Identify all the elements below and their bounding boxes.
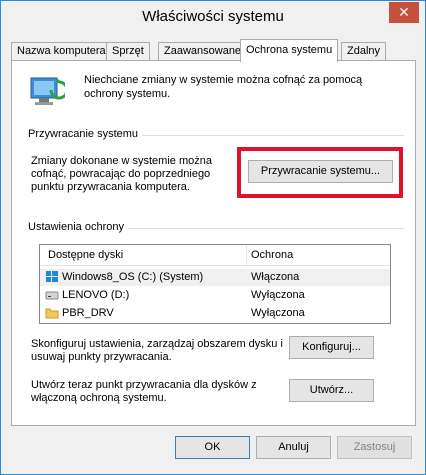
drive-row[interactable]: LENOVO (D:) Wyłączona xyxy=(40,287,390,304)
configure-button[interactable]: Konfiguruj... xyxy=(289,336,374,359)
drive-icon xyxy=(45,288,59,302)
window-title: Właściwości systemu xyxy=(142,8,284,25)
create-button[interactable]: Utwórz... xyxy=(289,379,374,402)
apply-button[interactable]: Zastosuj xyxy=(337,436,412,459)
create-description: Utwórz teraz punkt przywracania dla dysk… xyxy=(31,379,257,404)
drive-name: PBR_DRV xyxy=(62,307,114,319)
ok-button[interactable]: OK xyxy=(175,436,250,459)
tab-panel: Niechciane zmiany w systemie można cofną… xyxy=(11,60,416,426)
intro-text: Niechciane zmiany w systemie można cofną… xyxy=(84,74,363,100)
folder-icon xyxy=(45,306,59,320)
highlight-annotation xyxy=(237,147,403,198)
title-bar[interactable]: Właściwości systemu ✕ xyxy=(1,1,425,35)
restore-group-label: Przywracanie systemu xyxy=(28,128,143,140)
column-separator[interactable] xyxy=(246,245,247,266)
tab-remote[interactable]: Zdalny xyxy=(341,42,387,61)
close-icon: ✕ xyxy=(398,4,410,20)
column-header-protection[interactable]: Ochrona xyxy=(251,249,293,261)
tab-hardware[interactable]: Sprzęt xyxy=(106,42,150,61)
drive-row[interactable]: PBR_DRV Wyłączona xyxy=(40,305,390,322)
drive-protection-state: Wyłączona xyxy=(251,307,305,319)
restore-description: Zmiany dokonane w systemie można cofnąć,… xyxy=(31,155,212,193)
tab-computer-name[interactable]: Nazwa komputera xyxy=(11,42,112,61)
drives-list-header: Dostępne dyski Ochrona xyxy=(40,245,390,266)
windows-drive-icon xyxy=(45,270,59,284)
tab-system-protection[interactable]: Ochrona systemu xyxy=(240,39,339,62)
drive-row[interactable]: Windows8_OS (C:) (System) Włączona xyxy=(40,269,390,286)
drive-protection-state: Wyłączona xyxy=(251,289,305,301)
drive-name: LENOVO (D:) xyxy=(62,289,130,301)
drive-protection-state: Włączona xyxy=(251,271,300,283)
column-header-drives[interactable]: Dostępne dyski xyxy=(48,249,123,261)
system-protection-icon xyxy=(27,72,69,110)
configure-description: Skonfiguruj ustawienia, zarządzaj obszar… xyxy=(31,338,283,363)
tab-advanced[interactable]: Zaawansowane xyxy=(158,42,248,61)
close-button[interactable]: ✕ xyxy=(389,2,419,23)
drive-name: Windows8_OS (C:) (System) xyxy=(62,271,204,283)
protection-group-label: Ustawienia ochrony xyxy=(28,221,128,233)
drives-list[interactable]: Dostępne dyski Ochrona Windows8_OS (C:) … xyxy=(39,244,391,324)
system-properties-window: Właściwości systemu ✕ Nazwa komputera Sp… xyxy=(0,0,426,475)
cancel-button[interactable]: Anuluj xyxy=(256,436,331,459)
